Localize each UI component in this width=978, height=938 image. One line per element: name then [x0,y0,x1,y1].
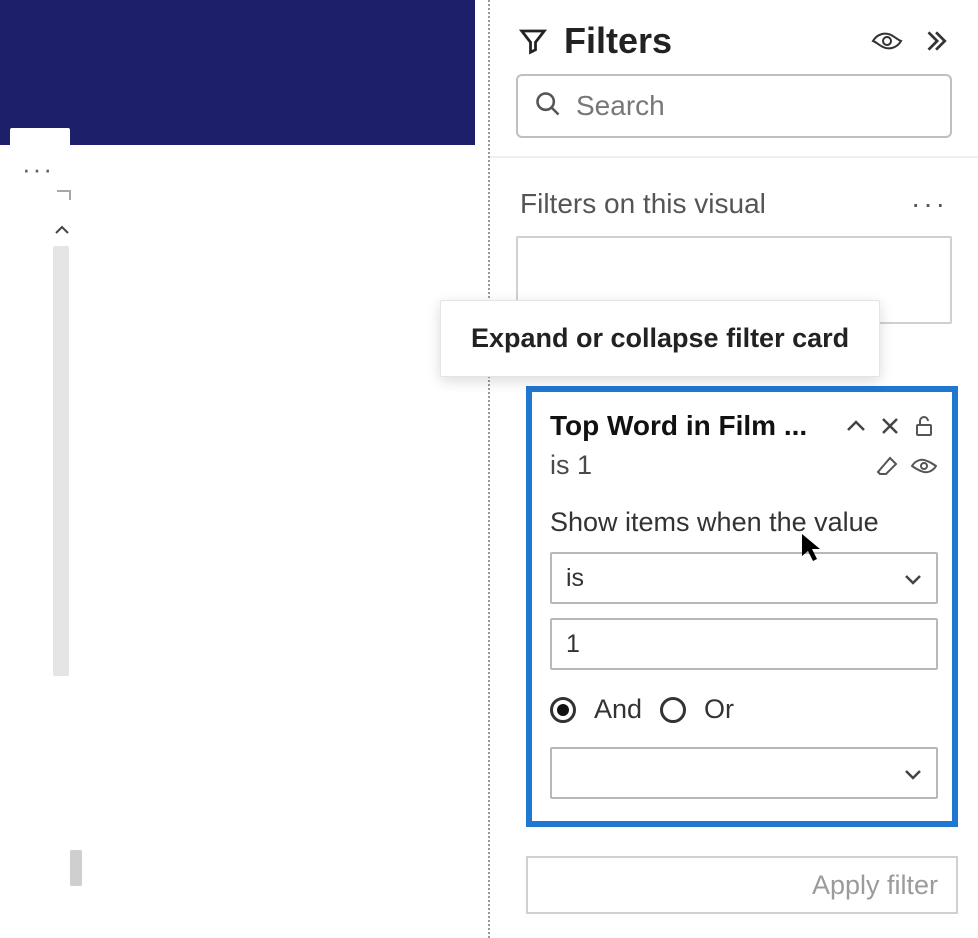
operator-select[interactable]: is [550,552,938,604]
operator2-select[interactable] [550,747,938,799]
report-header-area [0,0,475,145]
scrollbar-thumb[interactable] [70,850,82,886]
lock-icon[interactable] [910,412,938,440]
collapse-pane-icon[interactable] [918,24,952,58]
scrollbar-track[interactable] [53,246,69,676]
eraser-icon[interactable] [874,452,902,480]
search-container [490,74,978,156]
radio-and-label: And [594,694,642,725]
tooltip-expand-collapse: Expand or collapse filter card [440,300,880,377]
radio-and[interactable] [550,697,576,723]
apply-filter-label: Apply filter [812,870,938,901]
report-canvas: ··· [0,0,490,938]
apply-filter-button[interactable]: Apply filter [526,856,958,914]
eye-icon[interactable] [870,24,904,58]
filters-section-title: Filters on this visual [520,188,911,220]
canvas-edge [45,190,77,890]
logic-radio-group: And Or [550,694,938,725]
filters-pane-title: Filters [564,20,856,62]
search-box[interactable] [516,74,952,138]
filters-pane-header: Filters [490,0,978,74]
radio-or-label: Or [704,694,734,725]
selection-corner-handle[interactable] [57,190,71,200]
filter-card-title: Top Word in Film ... [550,410,836,442]
filter-prompt-label: Show items when the value [550,507,938,538]
operator-selected-value: is [566,564,584,593]
report-tab[interactable] [10,128,70,156]
section-more-icon[interactable]: ··· [911,188,948,220]
filter-icon [516,24,550,58]
close-icon[interactable] [876,412,904,440]
eye-small-icon[interactable] [910,452,938,480]
chevron-down-icon [904,759,922,788]
radio-or[interactable] [660,697,686,723]
value-input[interactable] [550,618,938,670]
search-icon [534,90,562,123]
filter-card-summary: is 1 [550,450,866,481]
filters-section-header: Filters on this visual ··· [490,158,978,236]
tab-more-ellipsis[interactable]: ··· [22,156,54,182]
chevron-up-icon[interactable] [842,412,870,440]
chevron-down-icon [904,564,922,593]
filter-card-expanded: Top Word in Film ... is 1 Show it [526,386,958,827]
scroll-up-icon[interactable] [54,220,70,241]
search-input[interactable] [576,90,934,122]
